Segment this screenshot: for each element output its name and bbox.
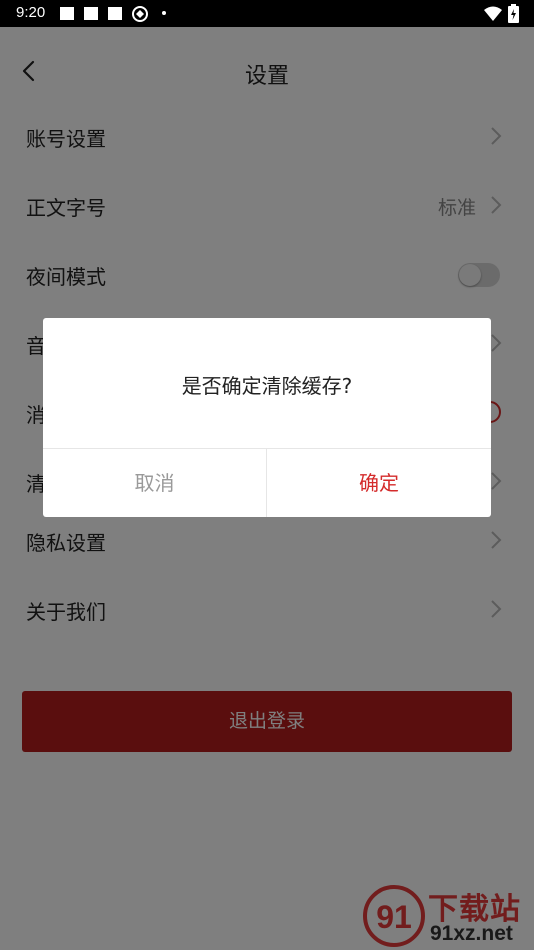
- notification-icon: [60, 7, 74, 20]
- clear-cache-dialog: 是否确定清除缓存? 取消 确定: [43, 318, 491, 517]
- more-notifications-icon: [162, 11, 166, 15]
- dialog-message: 是否确定清除缓存?: [181, 374, 353, 398]
- cancel-button[interactable]: 取消: [43, 449, 266, 517]
- battery-icon: [508, 4, 519, 23]
- status-bar: 9:20: [0, 0, 534, 27]
- notification-icon: [84, 7, 98, 20]
- status-time: 9:20: [16, 4, 46, 21]
- confirm-button[interactable]: 确定: [267, 449, 491, 517]
- wifi-icon: [484, 6, 502, 21]
- notification-icon: [108, 7, 122, 20]
- sync-icon: [132, 6, 148, 22]
